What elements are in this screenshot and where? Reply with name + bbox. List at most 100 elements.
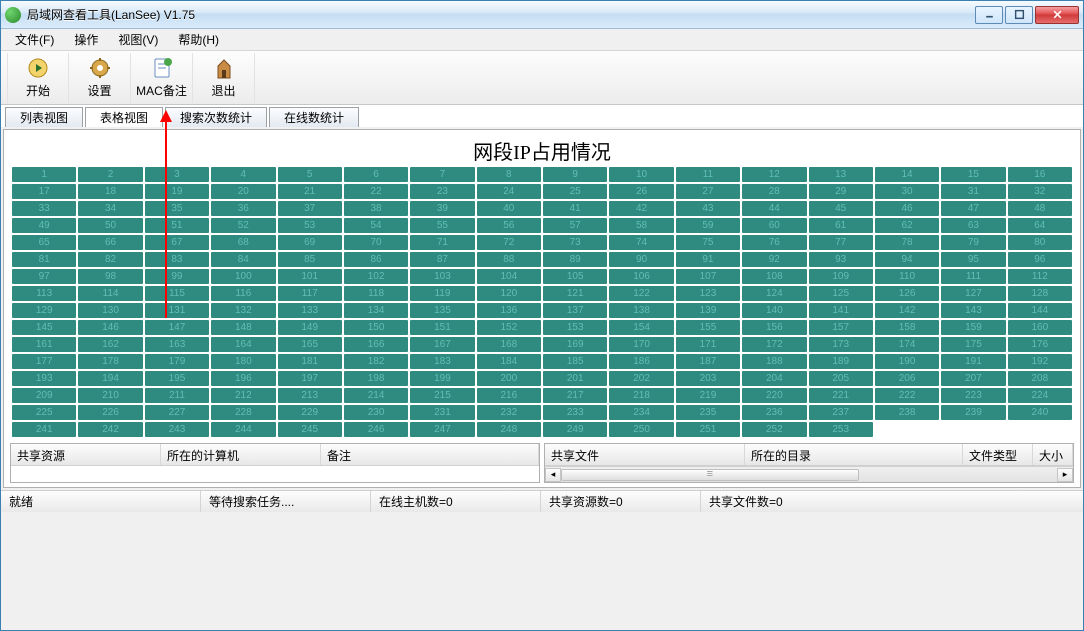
ip-cell[interactable]: 200 <box>477 371 541 386</box>
ip-cell[interactable]: 195 <box>145 371 209 386</box>
ip-cell[interactable]: 4 <box>211 167 275 182</box>
ip-cell[interactable]: 74 <box>609 235 673 250</box>
tab-online-stats[interactable]: 在线数统计 <box>269 107 359 127</box>
ip-cell[interactable]: 206 <box>875 371 939 386</box>
ip-cell[interactable]: 96 <box>1008 252 1072 267</box>
ip-cell[interactable]: 154 <box>609 320 673 335</box>
ip-cell[interactable]: 191 <box>941 354 1005 369</box>
horizontal-scrollbar[interactable]: ◂ ▸ <box>545 466 1073 482</box>
ip-cell[interactable]: 43 <box>676 201 740 216</box>
ip-cell[interactable]: 194 <box>78 371 142 386</box>
ip-cell[interactable]: 46 <box>875 201 939 216</box>
ip-cell[interactable]: 75 <box>676 235 740 250</box>
ip-cell[interactable]: 239 <box>941 405 1005 420</box>
ip-cell[interactable]: 146 <box>78 320 142 335</box>
ip-cell[interactable]: 232 <box>477 405 541 420</box>
ip-cell[interactable]: 135 <box>410 303 474 318</box>
scroll-thumb[interactable] <box>561 469 859 481</box>
ip-cell[interactable]: 147 <box>145 320 209 335</box>
ip-cell[interactable]: 53 <box>278 218 342 233</box>
ip-cell[interactable]: 165 <box>278 337 342 352</box>
ip-cell[interactable]: 201 <box>543 371 607 386</box>
ip-cell[interactable]: 129 <box>12 303 76 318</box>
ip-cell[interactable]: 99 <box>145 269 209 284</box>
ip-cell[interactable]: 238 <box>875 405 939 420</box>
ip-cell[interactable]: 190 <box>875 354 939 369</box>
ip-cell[interactable]: 130 <box>78 303 142 318</box>
ip-cell[interactable]: 208 <box>1008 371 1072 386</box>
ip-cell[interactable]: 180 <box>211 354 275 369</box>
ip-cell[interactable]: 151 <box>410 320 474 335</box>
scroll-left-button[interactable]: ◂ <box>545 468 561 482</box>
ip-cell[interactable]: 127 <box>941 286 1005 301</box>
ip-cell[interactable]: 72 <box>477 235 541 250</box>
ip-cell[interactable]: 204 <box>742 371 806 386</box>
ip-cell[interactable]: 134 <box>344 303 408 318</box>
ip-cell[interactable]: 70 <box>344 235 408 250</box>
ip-cell[interactable]: 185 <box>543 354 607 369</box>
ip-cell[interactable]: 164 <box>211 337 275 352</box>
ip-cell[interactable]: 149 <box>278 320 342 335</box>
ip-cell[interactable]: 34 <box>78 201 142 216</box>
ip-cell[interactable]: 30 <box>875 184 939 199</box>
ip-cell[interactable]: 229 <box>278 405 342 420</box>
ip-cell[interactable]: 230 <box>344 405 408 420</box>
ip-cell[interactable]: 171 <box>676 337 740 352</box>
ip-cell[interactable]: 17 <box>12 184 76 199</box>
ip-cell[interactable]: 121 <box>543 286 607 301</box>
ip-cell[interactable]: 227 <box>145 405 209 420</box>
ip-cell[interactable]: 113 <box>12 286 76 301</box>
ip-cell[interactable]: 163 <box>145 337 209 352</box>
ip-cell[interactable]: 219 <box>676 388 740 403</box>
ip-cell[interactable]: 15 <box>941 167 1005 182</box>
ip-cell[interactable]: 81 <box>12 252 76 267</box>
ip-cell[interactable]: 173 <box>809 337 873 352</box>
ip-cell[interactable]: 136 <box>477 303 541 318</box>
ip-cell[interactable]: 207 <box>941 371 1005 386</box>
ip-cell[interactable]: 5 <box>278 167 342 182</box>
ip-cell[interactable]: 233 <box>543 405 607 420</box>
ip-cell[interactable]: 57 <box>543 218 607 233</box>
ip-cell[interactable]: 182 <box>344 354 408 369</box>
close-button[interactable] <box>1035 6 1079 24</box>
ip-cell[interactable]: 117 <box>278 286 342 301</box>
ip-cell[interactable]: 139 <box>676 303 740 318</box>
ip-cell[interactable]: 26 <box>609 184 673 199</box>
ip-cell[interactable]: 69 <box>278 235 342 250</box>
ip-cell[interactable]: 144 <box>1008 303 1072 318</box>
ip-cell[interactable]: 153 <box>543 320 607 335</box>
ip-cell[interactable]: 228 <box>211 405 275 420</box>
ip-cell[interactable]: 221 <box>809 388 873 403</box>
ip-cell[interactable]: 131 <box>145 303 209 318</box>
menu-help[interactable]: 帮助(H) <box>168 29 229 50</box>
ip-cell[interactable]: 115 <box>145 286 209 301</box>
ip-cell[interactable]: 244 <box>211 422 275 437</box>
ip-cell[interactable]: 48 <box>1008 201 1072 216</box>
ip-cell[interactable]: 105 <box>543 269 607 284</box>
ip-cell[interactable]: 2 <box>78 167 142 182</box>
ip-cell[interactable]: 78 <box>875 235 939 250</box>
minimize-button[interactable] <box>975 6 1003 24</box>
ip-cell[interactable]: 65 <box>12 235 76 250</box>
ip-cell[interactable]: 19 <box>145 184 209 199</box>
ip-cell[interactable]: 25 <box>543 184 607 199</box>
ip-cell[interactable]: 189 <box>809 354 873 369</box>
ip-cell[interactable]: 73 <box>543 235 607 250</box>
ip-cell[interactable]: 93 <box>809 252 873 267</box>
ip-cell[interactable]: 210 <box>78 388 142 403</box>
ip-cell[interactable]: 67 <box>145 235 209 250</box>
ip-cell[interactable]: 167 <box>410 337 474 352</box>
ip-cell[interactable]: 61 <box>809 218 873 233</box>
ip-cell[interactable]: 243 <box>145 422 209 437</box>
start-button[interactable]: 开始 <box>7 53 69 103</box>
ip-cell[interactable]: 138 <box>609 303 673 318</box>
ip-cell[interactable]: 64 <box>1008 218 1072 233</box>
ip-cell[interactable]: 7 <box>410 167 474 182</box>
ip-cell[interactable]: 56 <box>477 218 541 233</box>
ip-cell[interactable]: 112 <box>1008 269 1072 284</box>
ip-cell[interactable]: 52 <box>211 218 275 233</box>
ip-cell[interactable]: 160 <box>1008 320 1072 335</box>
ip-cell[interactable]: 245 <box>278 422 342 437</box>
ip-cell[interactable]: 36 <box>211 201 275 216</box>
ip-cell[interactable]: 33 <box>12 201 76 216</box>
